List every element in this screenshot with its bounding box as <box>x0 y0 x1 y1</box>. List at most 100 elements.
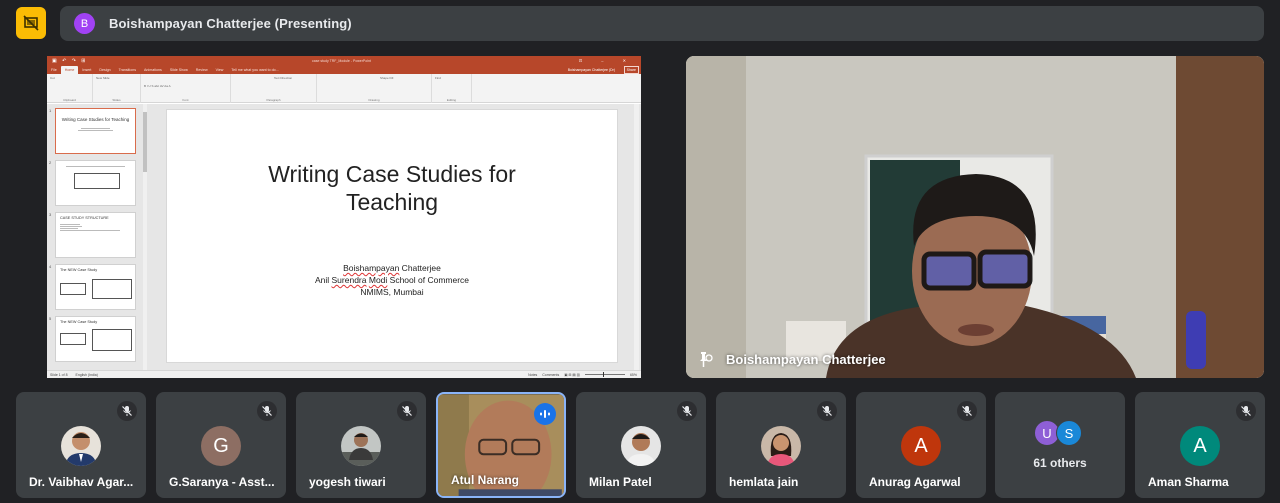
thumbnail-line <box>81 128 110 129</box>
notes-button[interactable]: Notes <box>528 373 537 377</box>
presenter-video-frame <box>686 56 1264 378</box>
status-right: Notes Comments ▣ ⊞ ▤ ▥ 65% <box>528 372 637 377</box>
slide-thumbnail[interactable]: Writing Case Studies for Teaching <box>55 108 136 154</box>
avatar-photo <box>61 426 101 466</box>
pin-icon[interactable] <box>696 350 714 368</box>
participant-tile[interactable]: Dr. Vaibhav Agar... <box>16 392 146 498</box>
current-slide[interactable]: Writing Case Studies for Teaching Boisha… <box>166 109 618 363</box>
tab-design[interactable]: Design <box>95 66 114 74</box>
slide-editor: Writing Case Studies for Teaching Boisha… <box>151 104 641 370</box>
participant-tile[interactable]: Milan Patel <box>576 392 706 498</box>
thumb-number: 2 <box>49 160 52 165</box>
tab-review[interactable]: Review <box>192 66 212 74</box>
ribbon-items: Cut <box>50 76 55 80</box>
participant-name: Anurag Agarwal <box>869 475 961 489</box>
screen-share[interactable]: ▣ ↶ ↷ ⊞ case study TRF_Module - PowerPoi… <box>47 56 641 378</box>
slide-count: Slide 1 of 8 <box>50 372 68 377</box>
thumbnail-line <box>60 230 120 231</box>
quick-access-toolbar: ▣ ↶ ↷ ⊞ <box>52 57 88 64</box>
ppt-share-button[interactable]: Share <box>623 66 639 74</box>
slide-thumbnail[interactable]: The NEW Case Study <box>55 316 136 362</box>
thumb-number: 5 <box>49 316 52 321</box>
ribbon-group-editing[interactable]: Find Editing <box>432 74 472 103</box>
thumbnail-heading: The NEW Case Study <box>60 320 98 324</box>
presenter-name: Boishampayan Chatterjee <box>726 351 886 367</box>
ribbon-group-clipboard[interactable]: Cut Clipboard <box>47 74 93 103</box>
participant-name: G.Saranya - Asst... <box>169 475 275 489</box>
ribbon-group-drawing[interactable]: Shape Fill Drawing <box>317 74 432 103</box>
tab-animations[interactable]: Animations <box>140 66 166 74</box>
presenter-avatar: B <box>74 13 95 34</box>
participant-tile[interactable]: A Aman Sharma <box>1135 392 1265 498</box>
participant-tile-speaking[interactable]: Atul Narang <box>436 392 566 498</box>
thumb-number: 4 <box>49 264 52 269</box>
author-last: Chatterjee <box>399 263 441 273</box>
slide-title-line1: Writing Case Studies for <box>268 161 516 187</box>
tab-home[interactable]: Home <box>60 66 79 74</box>
slide-thumbnail[interactable]: The NEW Case Study <box>55 264 136 310</box>
thumbnail-line <box>60 228 78 229</box>
slide-scrollbar[interactable] <box>634 104 639 370</box>
mic-off-icon <box>257 401 277 421</box>
thumbnail-heading: CASE STUDY STRUCTURE <box>60 216 109 220</box>
participant-tile[interactable]: yogesh tiwari <box>296 392 426 498</box>
scrollbar-thumb[interactable] <box>143 112 147 172</box>
slide-thumbnails-pane: 1 Writing Case Studies for Teaching 2 3 … <box>47 104 143 370</box>
participant-name: yogesh tiwari <box>309 475 386 489</box>
presenter-banner[interactable]: B Boishampayan Chatterjee (Presenting) <box>60 6 1264 41</box>
tab-view[interactable]: View <box>212 66 228 74</box>
ppt-title-bar: ▣ ↶ ↷ ⊞ case study TRF_Module - PowerPoi… <box>47 56 641 65</box>
inst-a: Anil <box>314 275 332 285</box>
participant-name: hemlata jain <box>729 475 799 489</box>
others-count: 61 others <box>1033 456 1087 470</box>
tab-insert[interactable]: Insert <box>78 66 95 74</box>
ribbon-group-label: Editing <box>446 98 457 102</box>
zoom-level[interactable]: 65% <box>630 373 637 377</box>
slide-title-line2: Teaching <box>345 189 439 215</box>
tab-transitions[interactable]: Transitions <box>115 66 140 74</box>
presenter-name-tag: Boishampayan Chatterjee <box>696 350 886 368</box>
ribbon-group-paragraph[interactable]: Text Direction Paragraph <box>231 74 317 103</box>
others-tile[interactable]: U S 61 others <box>995 392 1125 498</box>
thumbnails-scrollbar[interactable] <box>143 104 147 370</box>
thumbnail-line <box>60 224 80 225</box>
ribbon-group-font[interactable]: B I U S abc AV Aa A Font <box>141 74 231 103</box>
tab-slide-show[interactable]: Slide Show <box>166 66 192 74</box>
stop-presenting-button[interactable] <box>16 7 46 39</box>
tab-file[interactable]: File <box>47 66 61 74</box>
ribbon-group-label: Font <box>182 98 189 102</box>
thumbnail-title: Writing Case Studies for Teaching <box>61 117 130 122</box>
participant-name: Atul Narang <box>451 473 520 487</box>
inst-e: School of Commerce <box>387 275 470 285</box>
others-avatars: U S <box>1034 420 1082 446</box>
slide-thumbnail[interactable] <box>55 160 136 206</box>
institution-line: Anil Surendra Modi School of Commerce <box>167 274 617 286</box>
tell-me-search[interactable]: Tell me what you want to do... <box>227 66 282 74</box>
author-line: Boishampayan Chatterjee <box>167 262 617 274</box>
ribbon-group-label: Drawing <box>368 98 380 102</box>
presenter-video[interactable]: Boishampayan Chatterjee <box>686 56 1264 378</box>
ribbon-group-slides[interactable]: New Slide Slides <box>93 74 141 103</box>
mic-off-icon <box>1236 401 1256 421</box>
slide-thumbnail[interactable]: CASE STUDY STRUCTURE <box>55 212 136 258</box>
inst-b: Surendra <box>331 275 367 285</box>
participant-tile[interactable]: G G.Saranya - Asst... <box>156 392 286 498</box>
zoom-slider[interactable] <box>584 372 625 377</box>
ribbon-items: New Slide <box>96 76 110 80</box>
avatar-letter: G <box>201 426 241 466</box>
ppt-ribbon: Cut Clipboard New Slide Slides B I U S a… <box>47 74 641 103</box>
participant-tile[interactable]: A Anurag Agarwal <box>856 392 986 498</box>
view-buttons[interactable]: ▣ ⊞ ▤ ▥ <box>564 373 580 377</box>
ribbon-items: Find <box>435 76 441 80</box>
ppt-status-bar: Slide 1 of 8 English (India) Notes Comme… <box>47 370 641 378</box>
comments-button[interactable]: Comments <box>542 373 559 377</box>
author-first: Boishampayan <box>343 263 400 273</box>
ribbon-items: B I U S abc AV Aa A <box>144 84 171 88</box>
thumbnail-box <box>92 279 132 299</box>
participant-name: Milan Patel <box>589 475 652 489</box>
avatar-letter: A <box>1180 426 1220 466</box>
ribbon-items: Shape Fill <box>380 76 394 80</box>
participant-name: Aman Sharma <box>1148 475 1229 489</box>
participant-tile[interactable]: hemlata jain <box>716 392 846 498</box>
language[interactable]: English (India) <box>76 373 98 377</box>
